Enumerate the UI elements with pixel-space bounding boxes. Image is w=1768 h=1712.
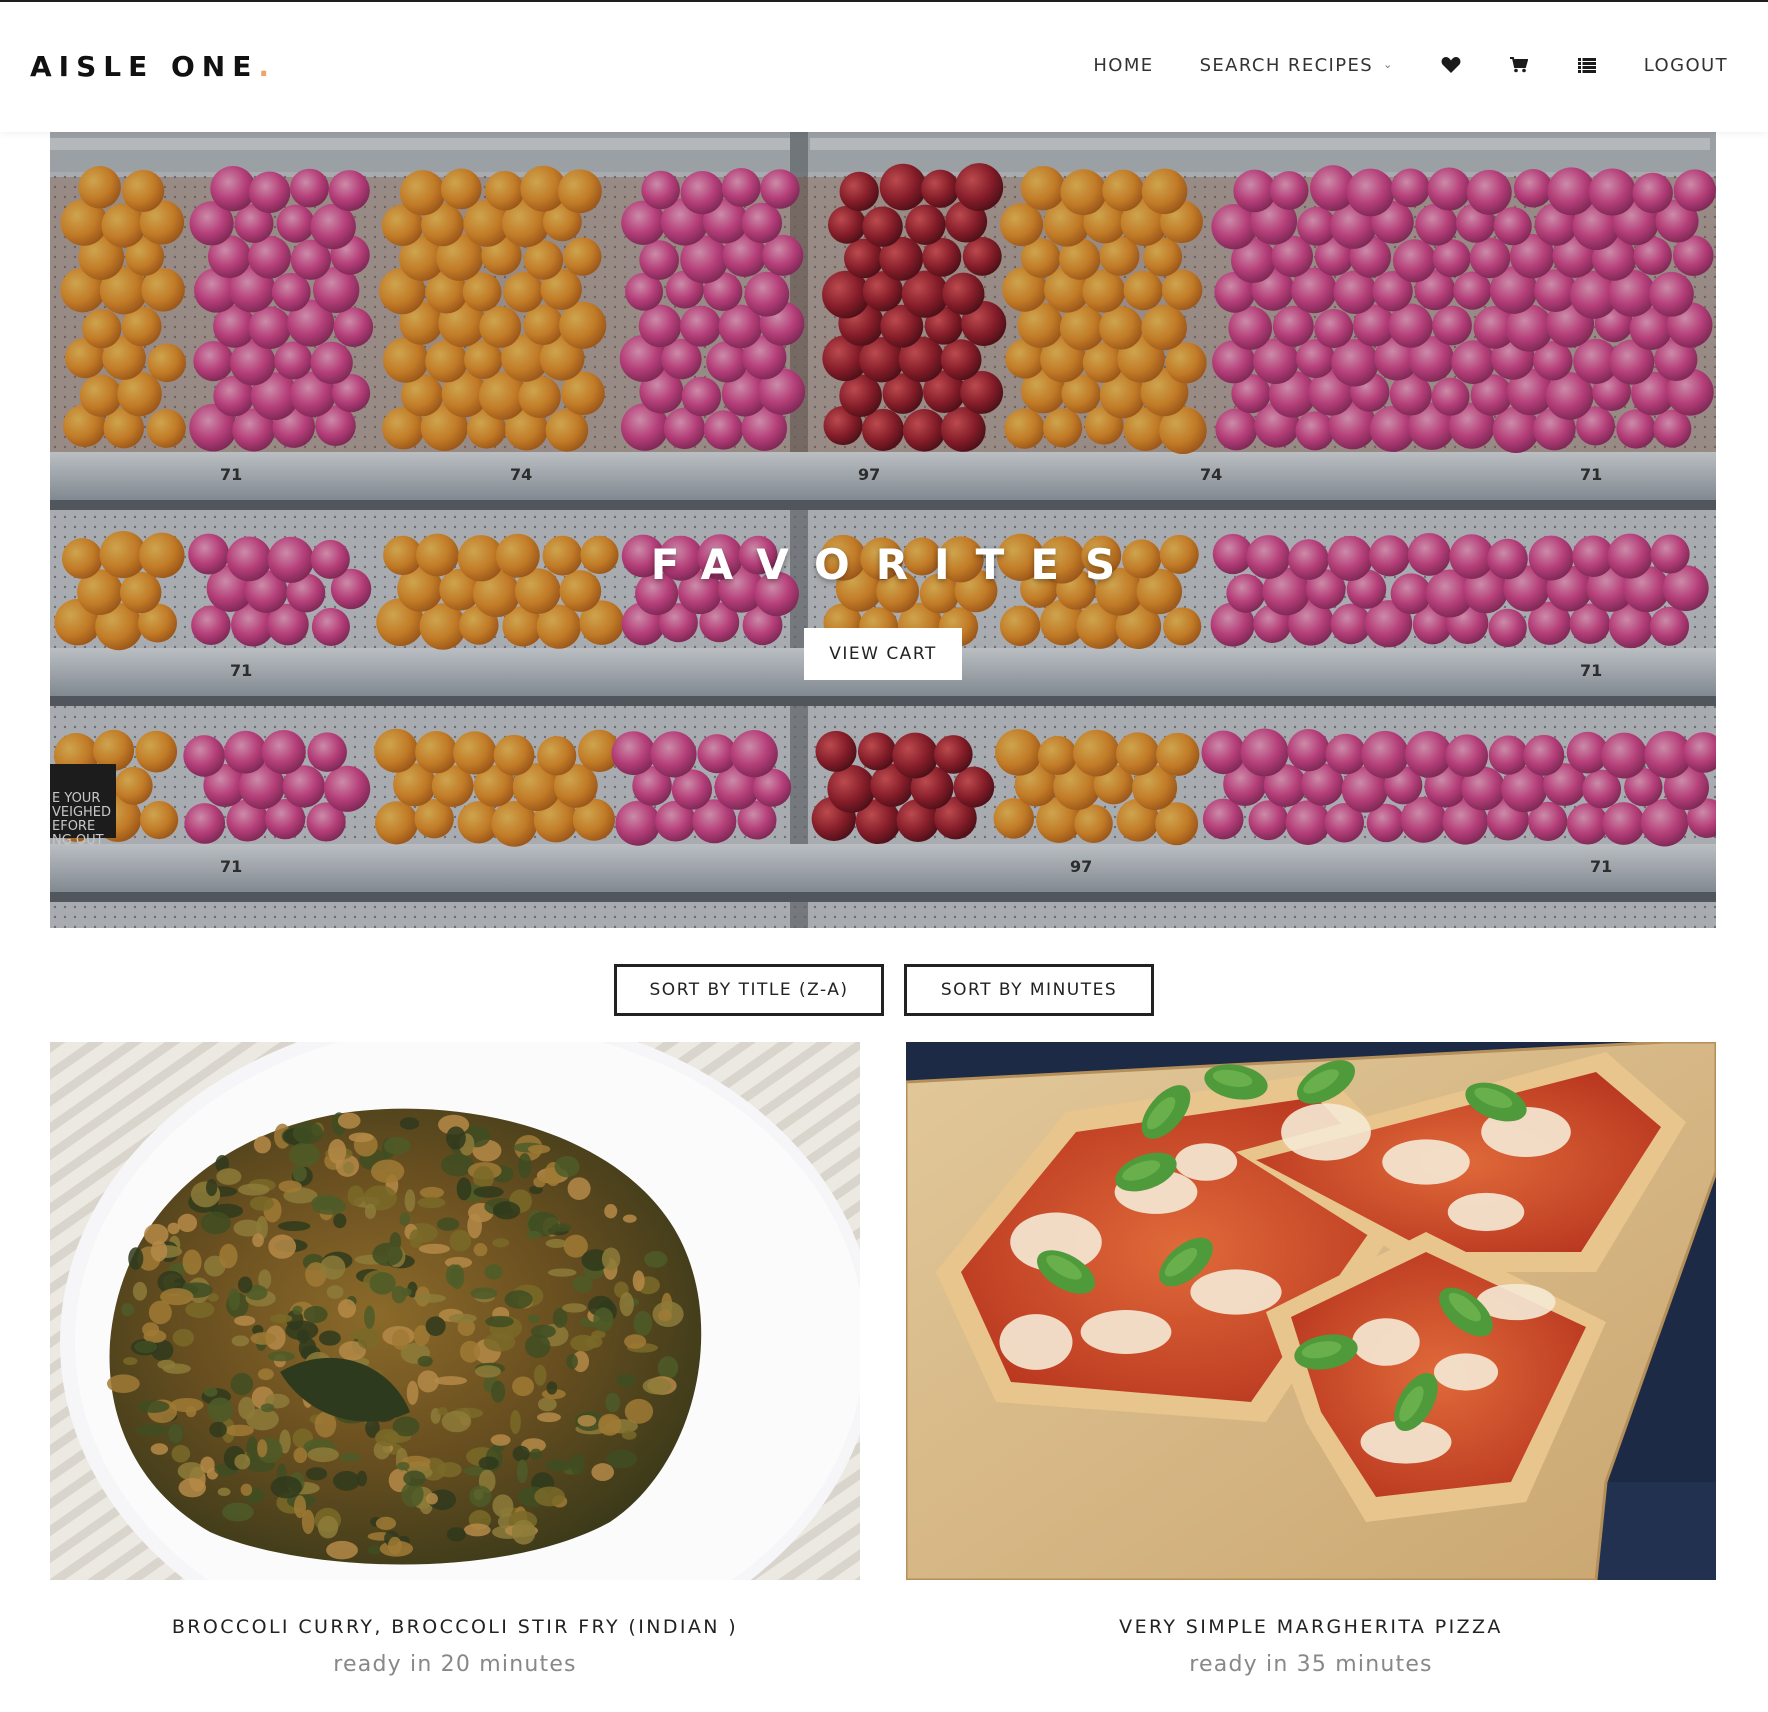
hero-title: FAVORITES [650,540,1142,589]
brand-dot: . [258,50,269,83]
sort-by-minutes-button[interactable]: SORT BY MINUTES [904,964,1154,1016]
hero-produce-image: 71 74 97 74 71 71 71 71 97 71 E YOUR VEI… [50,132,1716,928]
recipe-ready-time: ready in 20 minutes [333,1652,577,1677]
nav-logout[interactable]: LOGOUT [1644,55,1728,76]
recipe-image-margherita-pizza[interactable] [906,1042,1716,1580]
nav-search-recipes-label: SEARCH RECIPES [1199,54,1374,76]
recipe-title[interactable]: BROCCOLI CURRY, BROCCOLI STIR FRY (INDIA… [50,1616,860,1638]
nav-search-recipes[interactable]: SEARCH RECIPES ⌄ [1200,55,1394,76]
navbar: AISLE ONE. HOME SEARCH RECIPES ⌄ LOGOUT [0,2,1768,132]
main-nav: HOME SEARCH RECIPES ⌄ LOGOUT [1047,54,1728,76]
view-cart-button[interactable]: VIEW CART [804,628,962,680]
brand-logo[interactable]: AISLE ONE. [30,50,269,83]
recipe-card: BROCCOLI CURRY, BROCCOLI STIR FRY (INDIA… [50,1042,860,1677]
nav-home[interactable]: HOME [1093,55,1153,76]
sort-by-title-button[interactable]: SORT BY TITLE (Z-A) [614,964,884,1016]
recipe-ready-time: ready in 35 minutes [1189,1652,1433,1677]
sort-controls: SORT BY TITLE (Z-A) SORT BY MINUTES [0,964,1768,1016]
recipe-title[interactable]: VERY SIMPLE MARGHERITA PIZZA [906,1616,1716,1638]
heart-icon[interactable] [1440,54,1462,76]
recipe-card: VERY SIMPLE MARGHERITA PIZZA ready in 35… [906,1042,1716,1677]
hero-banner: 71 74 97 74 71 71 71 71 97 71 E YOUR VEI… [50,132,1716,928]
chevron-down-icon: ⌄ [1383,57,1394,71]
recipe-image-broccoli-curry[interactable] [50,1042,860,1580]
cart-icon[interactable] [1508,54,1530,76]
brand-name: AISLE ONE [30,50,259,83]
list-icon[interactable] [1576,54,1598,76]
